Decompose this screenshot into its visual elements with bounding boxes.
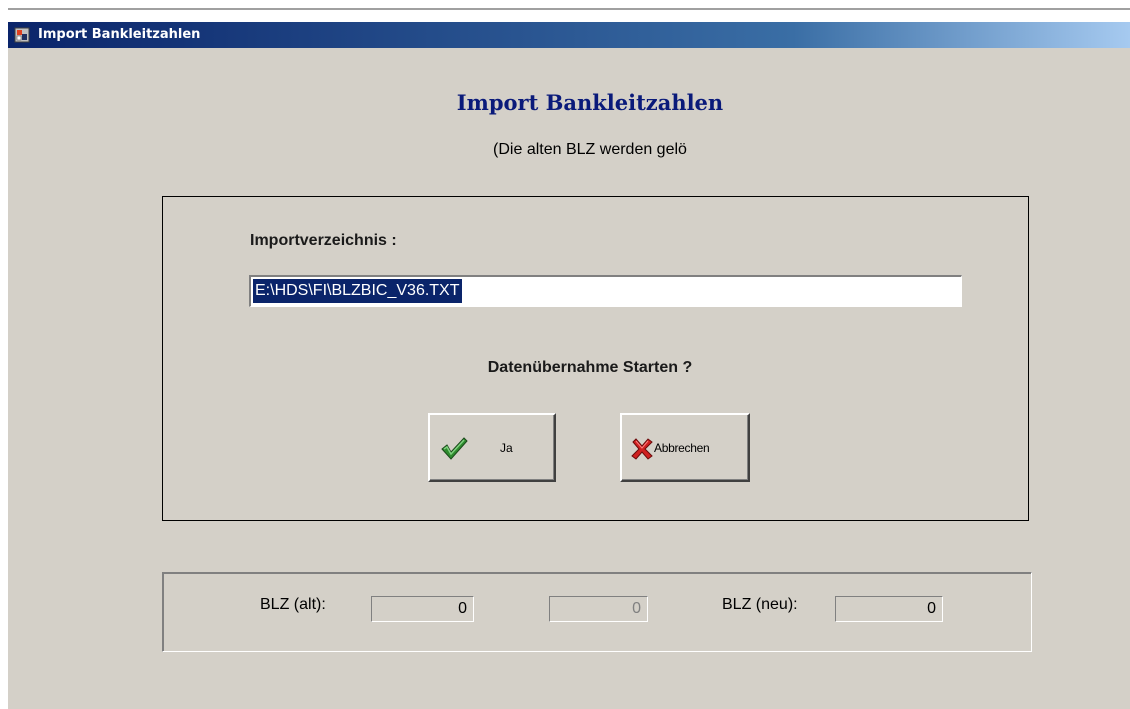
start-question: Datenübernahme Starten ? [487,359,693,376]
page-heading: Import Bankleitzahlen [456,90,724,115]
cancel-button[interactable]: Abbrechen [620,413,750,482]
cancel-button-label: Abbrechen [654,441,710,455]
blz-progress-field: 0 [549,596,648,622]
blz-neu-field: 0 [835,596,943,622]
page-subheading: (Die alten BLZ werden gelö [493,141,687,158]
title-bar[interactable]: Import Bankleitzahlen [8,22,1130,48]
red-x-icon [631,438,653,460]
blz-neu-label: BLZ (neu): [722,596,798,613]
top-border-line [8,8,1130,10]
import-directory-label: Importverzeichnis : [250,232,397,249]
window-title: Import Bankleitzahlen [38,27,201,42]
yes-button[interactable]: Ja [428,413,556,482]
yes-button-label: Ja [500,441,513,455]
import-path-value: E:\HDS\FI\BLZBIC_V36.TXT [253,279,462,303]
import-path-input[interactable]: E:\HDS\FI\BLZBIC_V36.TXT [249,275,962,307]
blz-alt-label: BLZ (alt): [260,596,326,613]
checkmark-icon [441,437,468,460]
blz-alt-field: 0 [371,596,474,622]
app-icon [14,27,30,43]
